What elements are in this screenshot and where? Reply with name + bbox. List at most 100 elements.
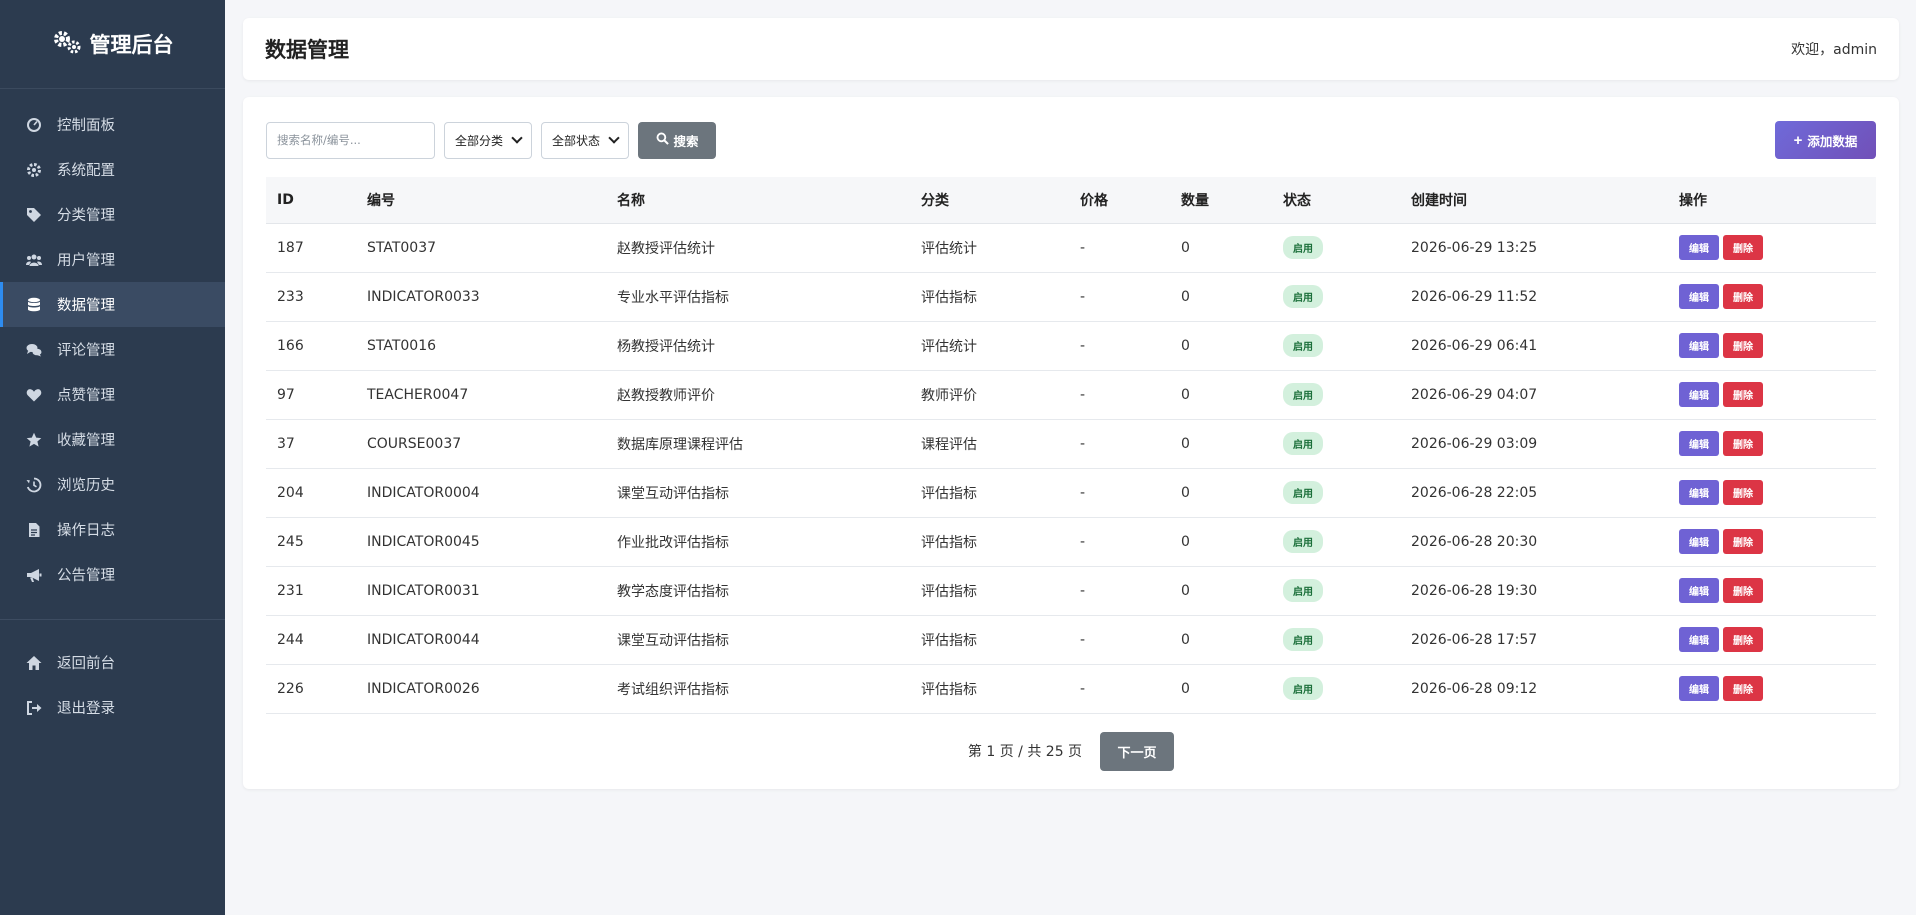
sidebar-item-label: 系统配置 bbox=[57, 163, 115, 179]
sidebar-item-label: 操作日志 bbox=[57, 523, 115, 539]
next-page-button[interactable]: 下一页 bbox=[1100, 731, 1175, 771]
cell-quantity: 0 bbox=[1170, 615, 1272, 665]
cell-category: 评估指标 bbox=[910, 468, 1069, 518]
cell-actions: 编辑 删除 bbox=[1668, 321, 1876, 371]
cell-created: 2026-06-29 04:07 bbox=[1400, 370, 1668, 420]
delete-button[interactable]: 删除 bbox=[1723, 235, 1763, 260]
delete-button[interactable]: 删除 bbox=[1723, 480, 1763, 505]
delete-button[interactable]: 删除 bbox=[1723, 333, 1763, 358]
cell-code: INDICATOR0004 bbox=[356, 468, 606, 518]
chevron-down-icon bbox=[608, 132, 620, 144]
page-title: 数据管理 bbox=[265, 38, 349, 62]
status-badge: 启用 bbox=[1283, 481, 1323, 504]
edit-button[interactable]: 编辑 bbox=[1679, 627, 1719, 652]
edit-button[interactable]: 编辑 bbox=[1679, 382, 1719, 407]
sidebar-item-categories[interactable]: 分类管理 bbox=[0, 192, 225, 237]
cell-code: TEACHER0047 bbox=[356, 370, 606, 420]
main-content: 数据管理 欢迎，admin 全部分类 全部状态 搜索 + bbox=[225, 0, 1916, 915]
cell-code: INDICATOR0033 bbox=[356, 272, 606, 322]
cell-code: INDICATOR0031 bbox=[356, 566, 606, 616]
table-row: 245 INDICATOR0045 作业批改评估指标 评估指标 - 0 启用 2… bbox=[266, 517, 1876, 567]
dashboard-icon bbox=[25, 116, 43, 134]
cell-category: 评估统计 bbox=[910, 321, 1069, 371]
delete-button[interactable]: 删除 bbox=[1723, 284, 1763, 309]
sidebar-item-home[interactable]: 返回前台 bbox=[0, 640, 225, 685]
cell-actions: 编辑 删除 bbox=[1668, 615, 1876, 665]
edit-button[interactable]: 编辑 bbox=[1679, 480, 1719, 505]
sidebar-item-label: 评论管理 bbox=[57, 343, 115, 359]
delete-button[interactable]: 删除 bbox=[1723, 431, 1763, 456]
status-select[interactable]: 全部状态 bbox=[541, 121, 630, 159]
cell-actions: 编辑 删除 bbox=[1668, 664, 1876, 714]
cell-price: - bbox=[1069, 223, 1170, 273]
sidebar-menu: 控制面板 系统配置 分类管理 用户管理 数据管理 评论管理 点赞管理 收藏管理 … bbox=[0, 89, 225, 730]
cell-id: 231 bbox=[266, 566, 356, 616]
sidebar-item-favorites[interactable]: 收藏管理 bbox=[0, 417, 225, 462]
welcome-text: 欢迎，admin bbox=[1791, 42, 1877, 58]
sidebar-item-dashboard[interactable]: 控制面板 bbox=[0, 102, 225, 147]
cell-id: 233 bbox=[266, 272, 356, 322]
cell-quantity: 0 bbox=[1170, 223, 1272, 273]
search-button[interactable]: 搜索 bbox=[638, 121, 717, 159]
cell-category: 评估统计 bbox=[910, 223, 1069, 273]
sidebar-item-history[interactable]: 浏览历史 bbox=[0, 462, 225, 507]
cell-quantity: 0 bbox=[1170, 272, 1272, 322]
delete-button[interactable]: 删除 bbox=[1723, 627, 1763, 652]
cell-price: - bbox=[1069, 615, 1170, 665]
cell-actions: 编辑 删除 bbox=[1668, 517, 1876, 567]
category-select[interactable]: 全部分类 bbox=[444, 121, 533, 159]
sidebar-item-data[interactable]: 数据管理 bbox=[0, 282, 225, 327]
sidebar-item-system-config[interactable]: 系统配置 bbox=[0, 147, 225, 192]
edit-button[interactable]: 编辑 bbox=[1679, 333, 1719, 358]
cell-created: 2026-06-28 17:57 bbox=[1400, 615, 1668, 665]
history-icon bbox=[25, 476, 43, 494]
delete-button[interactable]: 删除 bbox=[1723, 676, 1763, 701]
cell-created: 2026-06-28 22:05 bbox=[1400, 468, 1668, 518]
sidebar-item-label: 浏览历史 bbox=[57, 478, 115, 494]
table-row: 166 STAT0016 杨教授评估统计 评估统计 - 0 启用 2026-06… bbox=[266, 321, 1876, 371]
sidebar-item-logout[interactable]: 退出登录 bbox=[0, 685, 225, 730]
filter-toolbar: 全部分类 全部状态 搜索 + 添加数据 bbox=[266, 121, 1876, 159]
edit-button[interactable]: 编辑 bbox=[1679, 284, 1719, 309]
sidebar-item-label: 公告管理 bbox=[57, 568, 115, 584]
edit-button[interactable]: 编辑 bbox=[1679, 235, 1719, 260]
table-row: 97 TEACHER0047 赵教授教师评价 教师评价 - 0 启用 2026-… bbox=[266, 370, 1876, 420]
sidebar-item-users[interactable]: 用户管理 bbox=[0, 237, 225, 282]
column-header-price: 价格 bbox=[1069, 177, 1170, 224]
cell-quantity: 0 bbox=[1170, 664, 1272, 714]
status-badge: 启用 bbox=[1283, 432, 1323, 455]
star-icon bbox=[25, 431, 43, 449]
cell-status: 启用 bbox=[1272, 272, 1400, 322]
cell-price: - bbox=[1069, 370, 1170, 420]
delete-button[interactable]: 删除 bbox=[1723, 382, 1763, 407]
delete-button[interactable]: 删除 bbox=[1723, 529, 1763, 554]
search-input[interactable] bbox=[266, 121, 435, 159]
sidebar-item-comments[interactable]: 评论管理 bbox=[0, 327, 225, 372]
cell-status: 启用 bbox=[1272, 419, 1400, 469]
table-row: 231 INDICATOR0031 教学态度评估指标 评估指标 - 0 启用 2… bbox=[266, 566, 1876, 616]
edit-button[interactable]: 编辑 bbox=[1679, 529, 1719, 554]
cell-category: 课程评估 bbox=[910, 419, 1069, 469]
column-header-name: 名称 bbox=[606, 177, 910, 224]
edit-button[interactable]: 编辑 bbox=[1679, 578, 1719, 603]
delete-button[interactable]: 删除 bbox=[1723, 578, 1763, 603]
cell-status: 启用 bbox=[1272, 517, 1400, 567]
cell-actions: 编辑 删除 bbox=[1668, 370, 1876, 420]
cell-name: 课堂互动评估指标 bbox=[606, 615, 910, 665]
sidebar-item-announcements[interactable]: 公告管理 bbox=[0, 552, 225, 597]
status-badge: 启用 bbox=[1283, 334, 1323, 357]
edit-button[interactable]: 编辑 bbox=[1679, 676, 1719, 701]
cell-quantity: 0 bbox=[1170, 566, 1272, 616]
cell-name: 数据库原理课程评估 bbox=[606, 419, 910, 469]
column-header-status: 状态 bbox=[1272, 177, 1400, 224]
cell-created: 2026-06-29 06:41 bbox=[1400, 321, 1668, 371]
cell-quantity: 0 bbox=[1170, 517, 1272, 567]
edit-button[interactable]: 编辑 bbox=[1679, 431, 1719, 456]
cell-price: - bbox=[1069, 664, 1170, 714]
add-data-button[interactable]: + 添加数据 bbox=[1775, 121, 1876, 159]
gears-icon bbox=[52, 29, 82, 60]
table-row: 244 INDICATOR0044 课堂互动评估指标 评估指标 - 0 启用 2… bbox=[266, 615, 1876, 665]
sidebar-item-likes[interactable]: 点赞管理 bbox=[0, 372, 225, 417]
table-header-row: ID 编号 名称 分类 价格 数量 状态 创建时间 操作 bbox=[266, 177, 1876, 224]
sidebar-item-logs[interactable]: 操作日志 bbox=[0, 507, 225, 552]
